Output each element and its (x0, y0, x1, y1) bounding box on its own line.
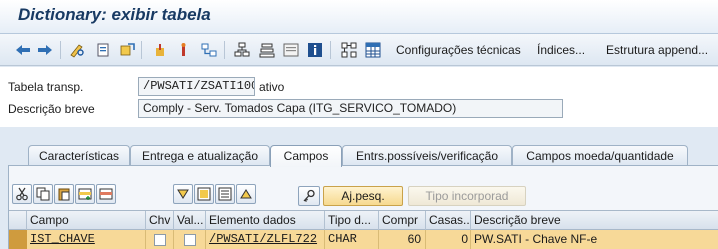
column-header-tipo-dados[interactable]: Tipo d... (325, 211, 379, 230)
tab-campos[interactable]: Campos (270, 145, 342, 167)
indexes-button[interactable]: Índices... (537, 41, 585, 59)
table-header-area: Tabela transp. /PWSATI/ZSATI100 ativo De… (0, 67, 718, 127)
info-icon[interactable] (306, 41, 324, 59)
toolbar-separator (141, 41, 142, 59)
delete-row-icon[interactable] (96, 184, 116, 204)
display-object-list-icon[interactable] (258, 41, 276, 59)
sort-up-icon[interactable] (236, 184, 256, 204)
search-help-button[interactable]: Aj.pesq. (323, 186, 403, 206)
toolbar-separator (330, 41, 331, 59)
graphic-icon[interactable] (282, 41, 300, 59)
append-structure-button[interactable]: Estrutura append... (606, 41, 708, 59)
technical-settings-button[interactable]: Configurações técnicas (396, 41, 521, 59)
toolbar-separator (224, 41, 225, 59)
cell-campo[interactable]: IST_CHAVE (27, 230, 146, 249)
cut-icon[interactable] (12, 184, 32, 204)
row-selector-header[interactable] (9, 211, 27, 230)
column-header-descricao[interactable]: Descrição breve (471, 211, 718, 230)
description-field[interactable]: Comply - Serv. Tomados Capa (ITG_SERVICO… (138, 99, 563, 118)
hierarchy-icon[interactable] (200, 41, 218, 59)
tab-entradas-possiveis[interactable]: Entrs.possíveis/verificação (342, 145, 512, 166)
insert-row-icon[interactable] (75, 184, 95, 204)
cell-compr[interactable]: 60 (379, 230, 426, 249)
column-header-elemento-dados[interactable]: Elemento dados (206, 211, 325, 230)
object-list-icon[interactable] (233, 41, 251, 59)
select-all-icon[interactable] (215, 184, 235, 204)
cell-descricao[interactable]: PW.SATI - Chave NF-e (471, 230, 718, 249)
tab-area: Características Entrega e atualização Ca… (0, 127, 718, 249)
forward-arrow-icon[interactable] (36, 41, 54, 59)
cell-casas[interactable]: 0 (426, 230, 471, 249)
column-header-casas[interactable]: Casas... (426, 211, 471, 230)
paste-icon[interactable] (54, 184, 74, 204)
hierarchy-grid-icon[interactable] (340, 41, 358, 59)
key-checkbox[interactable] (154, 234, 166, 246)
title-bar: Dictionary: exibir tabela (0, 0, 718, 34)
table-status-text: ativo (259, 80, 285, 94)
tab-entrega-atualizacao[interactable]: Entrega e atualização (130, 145, 270, 166)
column-header-chv[interactable]: Chv (146, 211, 174, 230)
toolbar-separator (60, 41, 61, 59)
cell-elemento-dados[interactable]: /PWSATI/ZLFL722 (206, 230, 325, 249)
key-icon[interactable] (298, 186, 320, 206)
description-label: Descrição breve (8, 102, 95, 116)
column-header-val[interactable]: Val... (174, 211, 206, 230)
back-arrow-icon[interactable] (14, 41, 32, 59)
application-toolbar: Configurações técnicas Índices... Estrut… (0, 34, 718, 66)
row-selector[interactable] (9, 230, 27, 249)
fields-tab-body: Aj.pesq. Tipo incorporad Campo Chv Val..… (8, 165, 718, 249)
cell-val (174, 230, 206, 249)
initial-value-checkbox[interactable] (184, 234, 196, 246)
column-header-compr[interactable]: Compr (379, 211, 426, 230)
built-in-type-button[interactable]: Tipo incorporad (408, 186, 526, 206)
table-row[interactable]: IST_CHAVE /PWSATI/ZLFL722 CHAR 60 0 PW.S… (9, 230, 718, 249)
select-block-icon[interactable] (194, 184, 214, 204)
where-used-icon[interactable] (175, 41, 193, 59)
table-name-field[interactable]: /PWSATI/ZSATI100 (138, 77, 255, 96)
other-object-icon[interactable] (94, 41, 112, 59)
cell-chv (146, 230, 174, 249)
window-title: Dictionary: exibir tabela (18, 5, 211, 24)
table-grid-icon[interactable] (364, 41, 382, 59)
column-header-campo[interactable]: Campo (27, 211, 146, 230)
tab-campos-moeda[interactable]: Campos moeda/quantidade (512, 145, 688, 166)
sort-down-icon[interactable] (173, 184, 193, 204)
activate-icon[interactable] (118, 41, 136, 59)
check-icon[interactable] (152, 41, 170, 59)
display-change-icon[interactable] (68, 41, 86, 59)
tab-caracteristicas[interactable]: Características (28, 145, 130, 166)
cell-tipo-dados[interactable]: CHAR (325, 230, 379, 249)
copy-icon[interactable] (33, 184, 53, 204)
table-name-label: Tabela transp. (8, 80, 84, 94)
grid-header: Campo Chv Val... Elemento dados Tipo d..… (9, 210, 718, 230)
